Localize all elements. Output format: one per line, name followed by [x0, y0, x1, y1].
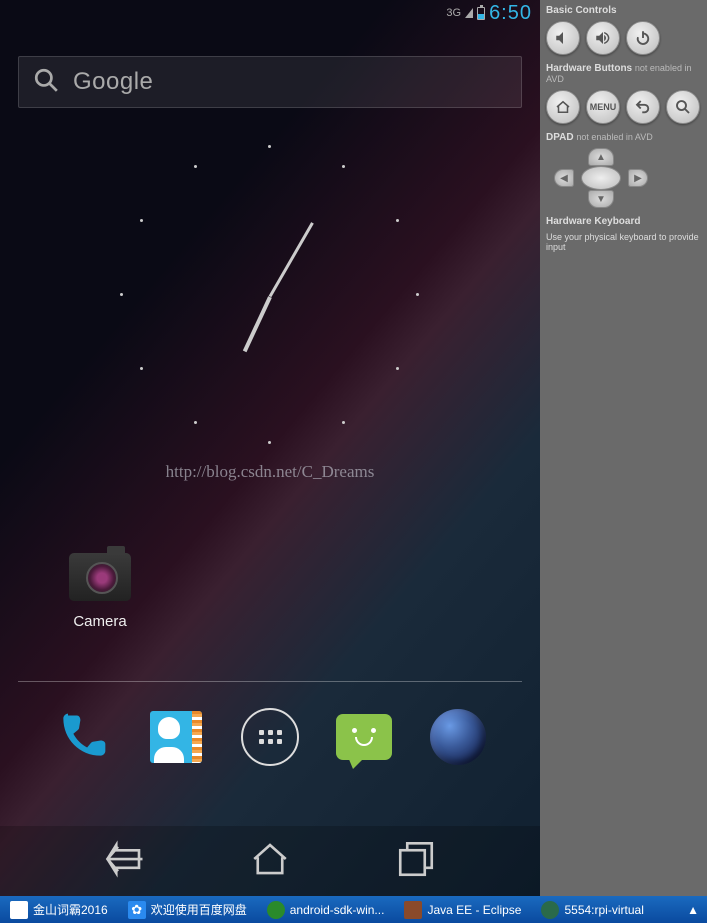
dpad-label: DPAD not enabled in AVD	[546, 132, 701, 143]
taskbar-item[interactable]: 金山词霸2016	[0, 896, 118, 923]
messaging-app[interactable]	[332, 705, 396, 769]
apps-drawer-button[interactable]	[238, 705, 302, 769]
dock-bar	[0, 700, 540, 774]
phone-app[interactable]	[50, 705, 114, 769]
hour-hand	[243, 296, 272, 352]
app-icon: ✿	[128, 901, 146, 919]
camera-icon	[69, 553, 131, 601]
tray-chevron-icon: ▲	[687, 903, 699, 917]
hw-keyboard-note: Use your physical keyboard to provide in…	[546, 232, 701, 252]
taskbar-item[interactable]: Java EE - Eclipse	[394, 896, 531, 923]
taskbar-item[interactable]: android-sdk-win...	[257, 896, 395, 923]
dock-divider	[18, 681, 522, 682]
app-icon	[541, 901, 559, 919]
system-tray[interactable]: ▲	[687, 903, 707, 917]
dpad-left[interactable]: ◀	[554, 169, 574, 187]
emulator-screen: 3G 6:50 Google http://blog.csdn.net/C_Dr…	[0, 0, 540, 896]
battery-icon	[477, 7, 485, 20]
search-icon	[33, 67, 59, 98]
hw-buttons-label: Hardware Buttons not enabled in AVD	[546, 63, 701, 85]
power-button[interactable]	[626, 21, 660, 55]
network-indicator: 3G	[446, 7, 461, 19]
contacts-icon	[150, 711, 202, 763]
emulator-menu-button[interactable]: MENU	[586, 90, 620, 124]
signal-icon	[465, 8, 473, 18]
messaging-icon	[336, 714, 392, 760]
emulator-home-button[interactable]	[546, 90, 580, 124]
emulator-back-button[interactable]	[626, 90, 660, 124]
watermark-text: http://blog.csdn.net/C_Dreams	[0, 462, 540, 482]
taskbar-item[interactable]: ✿欢迎使用百度网盘	[118, 896, 257, 923]
hw-keyboard-label: Hardware Keyboard	[546, 216, 701, 227]
status-bar: 3G 6:50	[0, 0, 540, 26]
windows-taskbar: 金山词霸2016 ✿欢迎使用百度网盘 android-sdk-win... Ja…	[0, 896, 707, 923]
status-clock: 6:50	[489, 2, 532, 25]
minute-hand	[269, 222, 314, 297]
dpad-center[interactable]	[581, 166, 621, 190]
navigation-bar	[0, 826, 540, 896]
app-icon	[404, 901, 422, 919]
browser-app[interactable]	[426, 705, 490, 769]
apps-drawer-icon	[241, 708, 299, 766]
dpad-right[interactable]: ▶	[628, 169, 648, 187]
emulator-controls-panel: Basic Controls Hardware Buttons not enab…	[540, 0, 707, 896]
volume-up-button[interactable]	[586, 21, 620, 55]
dpad-up[interactable]: ▲	[588, 148, 614, 166]
search-placeholder: Google	[73, 68, 153, 96]
back-button[interactable]	[104, 838, 146, 885]
emulator-search-button[interactable]	[666, 90, 700, 124]
contacts-app[interactable]	[144, 705, 208, 769]
home-button[interactable]	[249, 838, 291, 885]
taskbar-item[interactable]: 5554:rpi-virtual	[531, 896, 653, 923]
camera-label: Camera	[60, 613, 140, 630]
dpad-down[interactable]: ▼	[588, 190, 614, 208]
google-search-bar[interactable]: Google	[18, 56, 522, 108]
analog-clock-widget[interactable]	[120, 145, 420, 445]
app-icon	[267, 901, 285, 919]
basic-controls-label: Basic Controls	[546, 5, 701, 16]
recent-apps-button[interactable]	[395, 838, 437, 885]
dpad-control: ▲ ▼ ◀ ▶	[546, 148, 656, 208]
camera-app-icon[interactable]: Camera	[60, 553, 140, 630]
globe-icon	[430, 709, 486, 765]
app-icon	[10, 901, 28, 919]
volume-down-button[interactable]	[546, 21, 580, 55]
